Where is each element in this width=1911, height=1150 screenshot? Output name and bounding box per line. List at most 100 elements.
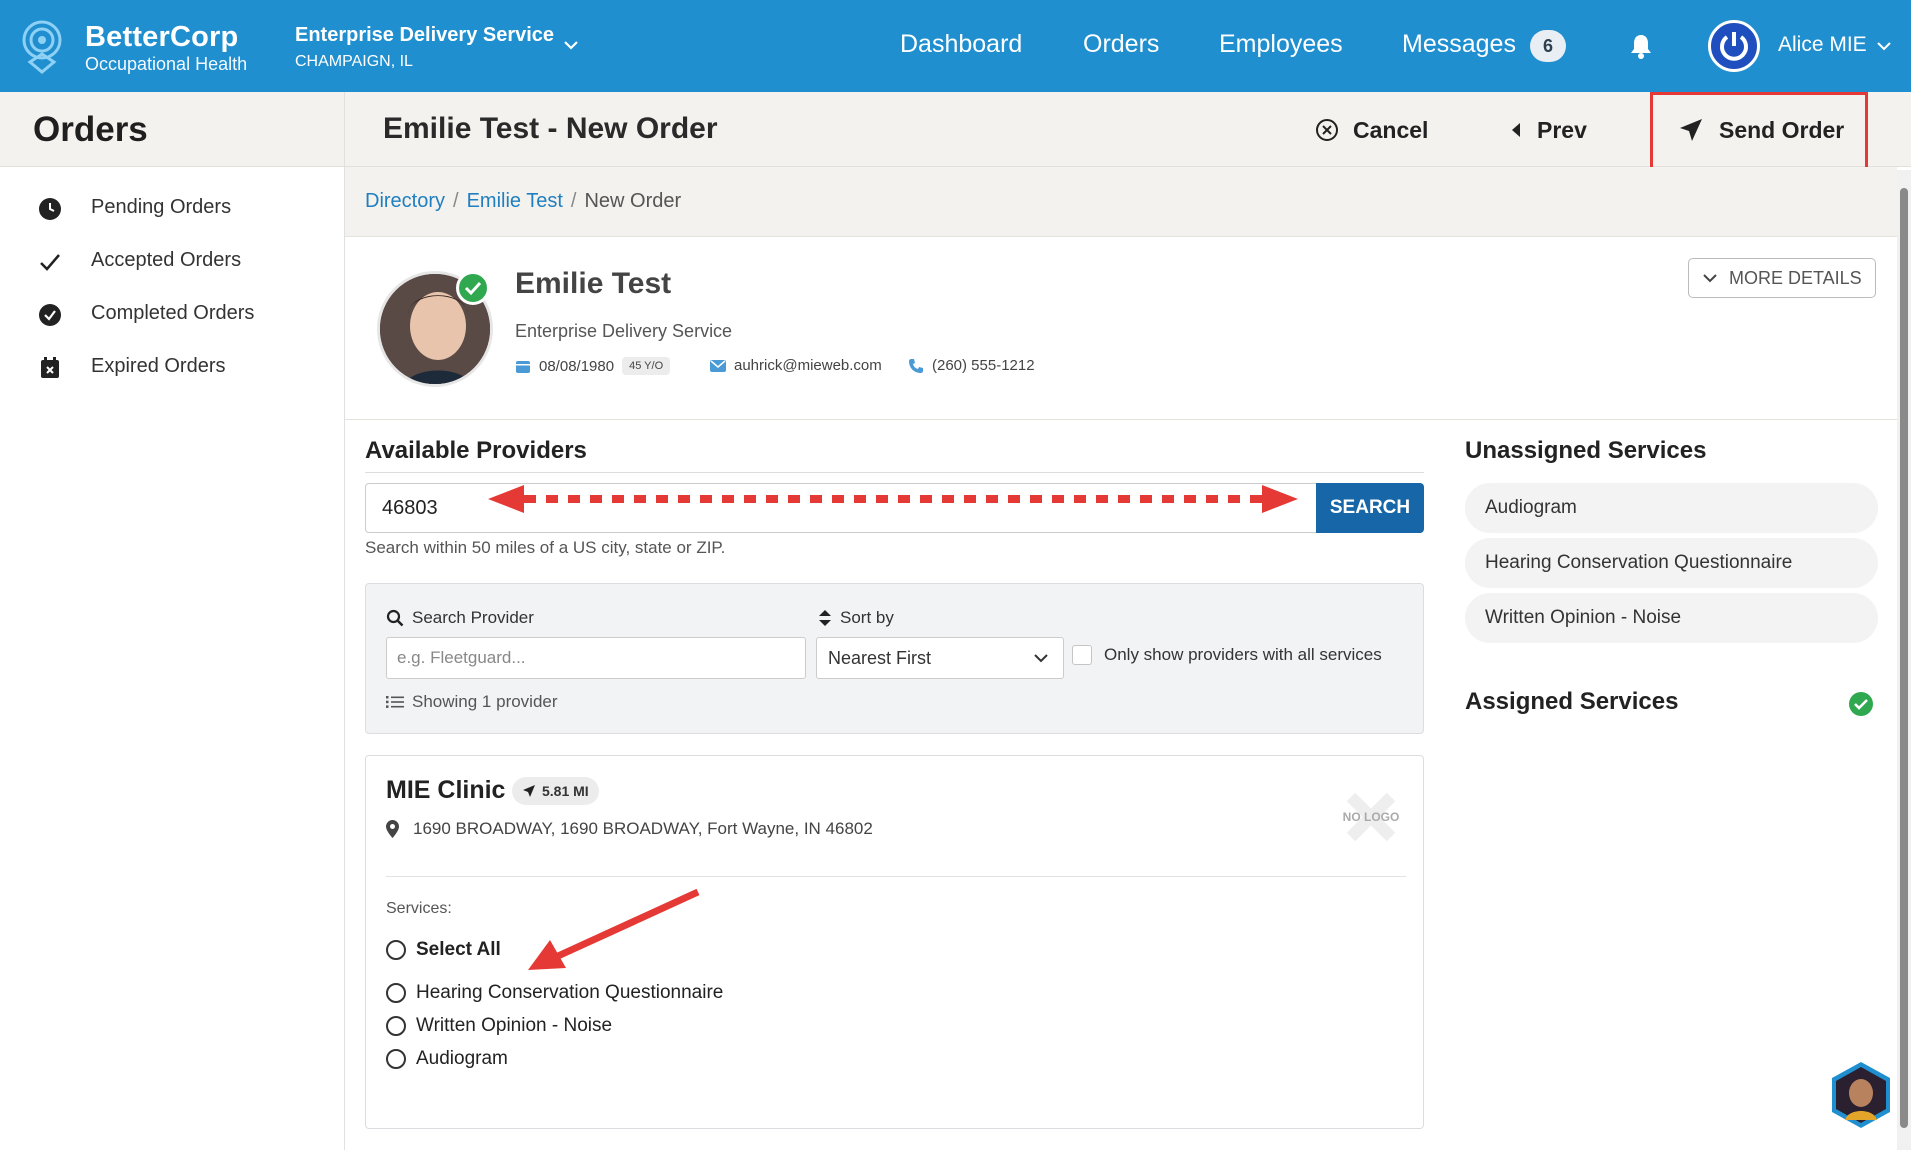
sidebar: Orders Pending Orders Accepted Orders Co… (0, 92, 345, 1150)
radio-button[interactable] (386, 1049, 406, 1069)
only-all-services-checkbox[interactable]: Only show providers with all services (1072, 645, 1382, 665)
service-label: Hearing Conservation Questionnaire (416, 982, 724, 1003)
scrollbar-thumb[interactable] (1900, 188, 1908, 1128)
patient-age-badge: 45 Y/O (622, 357, 671, 375)
page-title: Emilie Test - New Order (383, 112, 718, 145)
patient-dob-value: 08/08/1980 (539, 357, 615, 375)
breadcrumb: Directory / Emilie Test / New Order (365, 190, 681, 213)
radio-button[interactable] (386, 940, 406, 960)
unassigned-service-item[interactable]: Hearing Conservation Questionnaire (1465, 538, 1878, 588)
only-all-services-label: Only show providers with all services (1104, 645, 1382, 664)
radio-button[interactable] (386, 983, 406, 1003)
sidebar-item-label: Accepted Orders (91, 249, 242, 271)
calendar-icon (516, 361, 530, 373)
search-provider-label: Search Provider (412, 608, 534, 627)
radio-button[interactable] (386, 1016, 406, 1036)
chevron-down-icon (1703, 274, 1717, 283)
sort-by-select[interactable]: Nearest First (816, 637, 1064, 679)
clock-icon (39, 198, 61, 220)
chat-assistant-avatar-icon[interactable] (1826, 1060, 1896, 1130)
provider-filter-panel: Search Provider e.g. Fleetguard... Sort … (365, 583, 1424, 734)
prev-label: Prev (1537, 116, 1587, 143)
prev-button[interactable]: Prev (1509, 110, 1587, 150)
close-circle-icon (1316, 119, 1338, 141)
patient-dob: 08/08/1980 45 Y/O (515, 357, 671, 375)
messages-count-badge[interactable]: 6 (1530, 30, 1566, 62)
no-logo-text: NO LOGO (1342, 810, 1400, 824)
sidebar-title: Orders (33, 110, 148, 149)
select-all-label: Select All (416, 939, 501, 960)
nav-dashboard[interactable]: Dashboard (900, 30, 1022, 59)
envelope-icon (710, 359, 726, 372)
more-details-button[interactable]: MORE DETAILS (1688, 258, 1876, 298)
caret-left-icon (1512, 123, 1520, 137)
service-radio-audiogram[interactable]: Audiogram (386, 1048, 508, 1070)
user-name[interactable]: Alice MIE (1778, 33, 1867, 57)
nav-messages[interactable]: Messages (1402, 30, 1516, 59)
cancel-label: Cancel (1353, 116, 1429, 143)
patient-card: Emilie Test Enterprise Delivery Service … (345, 237, 1897, 420)
brand-sub: Occupational Health (85, 54, 248, 74)
service-label: Written Opinion - Noise (416, 1015, 613, 1036)
breadcrumb-patient[interactable]: Emilie Test (467, 190, 563, 212)
map-pin-icon (386, 820, 399, 838)
providers-title: Available Providers (365, 437, 587, 464)
list-icon (386, 696, 404, 708)
patient-email[interactable]: auhrick@mieweb.com (710, 357, 882, 374)
provider-count: Showing 1 provider (386, 692, 558, 712)
distance-value: 5.81 MI (542, 783, 589, 799)
cancel-button[interactable]: Cancel (1315, 110, 1428, 150)
search-button[interactable]: SEARCH (1316, 483, 1424, 533)
check-circle-icon (1849, 692, 1873, 716)
search-icon (386, 609, 404, 627)
unassigned-service-item[interactable]: Written Opinion - Noise (1465, 593, 1878, 643)
unassigned-services-title: Unassigned Services (1465, 437, 1707, 464)
sidebar-header: Orders (0, 92, 344, 167)
select-all-radio[interactable]: Select All (386, 939, 501, 961)
company-location: CHAMPAIGN, IL (295, 53, 413, 70)
service-label: Audiogram (416, 1048, 508, 1069)
patient-name: Emilie Test (515, 267, 672, 300)
checkbox[interactable] (1072, 645, 1092, 665)
chevron-down-icon[interactable] (1874, 36, 1894, 56)
bettercorp-logo-icon[interactable] (20, 18, 64, 74)
sidebar-item-pending-orders[interactable]: Pending Orders (0, 183, 344, 233)
provider-count-text: Showing 1 provider (412, 692, 558, 711)
company-selector[interactable]: Enterprise Delivery Service CHAMPAIGN, I… (295, 22, 554, 73)
service-radio-hearing[interactable]: Hearing Conservation Questionnaire (386, 982, 723, 1004)
breadcrumb-directory[interactable]: Directory (365, 190, 445, 212)
unassigned-service-item[interactable]: Audiogram (1465, 483, 1878, 533)
sidebar-item-label: Pending Orders (91, 196, 232, 218)
more-details-label: MORE DETAILS (1729, 267, 1862, 288)
breadcrumb-separator: / (453, 190, 459, 212)
sort-icon (819, 610, 831, 626)
nav-orders[interactable]: Orders (1083, 30, 1159, 59)
chevron-down-icon (1034, 654, 1048, 663)
search-provider-input[interactable]: e.g. Fleetguard... (386, 637, 806, 679)
chevron-down-icon[interactable] (560, 34, 582, 56)
user-avatar[interactable] (1708, 20, 1760, 72)
sort-by-value: Nearest First (828, 648, 932, 668)
sidebar-item-label: Expired Orders (91, 355, 226, 377)
divider (365, 472, 1424, 473)
arrow-annotation-icon (528, 888, 700, 970)
verified-check-icon (456, 271, 490, 305)
patient-phone[interactable]: (260) 555-1212 (908, 357, 1035, 374)
provider-logo-placeholder: NO LOGO (1331, 792, 1411, 842)
provider-name[interactable]: MIE Clinic (386, 776, 505, 805)
nav-employees[interactable]: Employees (1219, 30, 1343, 59)
bell-icon[interactable] (1627, 32, 1655, 60)
divider (386, 876, 1406, 877)
sidebar-item-expired-orders[interactable]: Expired Orders (0, 342, 344, 392)
sidebar-item-completed-orders[interactable]: Completed Orders (0, 289, 344, 339)
company-name: Enterprise Delivery Service (295, 24, 555, 46)
provider-address-text: 1690 BROADWAY, 1690 BROADWAY, Fort Wayne… (413, 819, 873, 838)
top-header: BetterCorp Occupational Health Enterpris… (0, 0, 1911, 92)
breadcrumb-bar: Directory / Emilie Test / New Order (345, 167, 1897, 237)
assigned-services-title: Assigned Services (1465, 688, 1679, 715)
sidebar-item-label: Completed Orders (91, 302, 255, 324)
service-radio-written-opinion[interactable]: Written Opinion - Noise (386, 1015, 612, 1037)
sidebar-item-accepted-orders[interactable]: Accepted Orders (0, 236, 344, 286)
brand[interactable]: BetterCorp Occupational Health (85, 20, 247, 74)
patient-company: Enterprise Delivery Service (515, 321, 733, 341)
